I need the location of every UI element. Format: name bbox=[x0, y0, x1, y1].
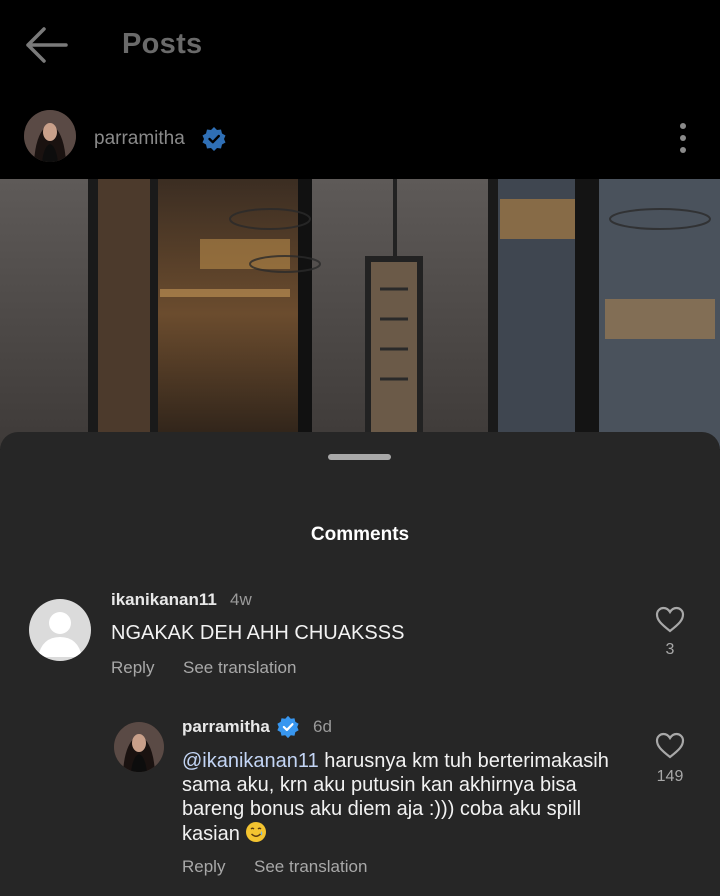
comment-username[interactable]: parramitha bbox=[182, 717, 270, 737]
comment-text-line-1: harusnya km tuh berterimakasih bbox=[318, 750, 609, 772]
author-username[interactable]: parramitha bbox=[94, 128, 185, 150]
author-avatar[interactable] bbox=[24, 110, 76, 162]
reply-button[interactable]: Reply bbox=[182, 857, 225, 877]
verified-badge-icon bbox=[201, 126, 227, 152]
more-options-icon[interactable] bbox=[668, 120, 698, 156]
comment-text-line-3: bareng bonus aku diem aja :))) coba aku … bbox=[182, 798, 582, 820]
comment-text-line-2: sama aku, krn aku putusin kan akhirnya b… bbox=[182, 774, 577, 796]
verified-badge-icon bbox=[276, 715, 300, 739]
comments-sheet: Comments ikanikanan11 4w NGAKAK DEH AHH … bbox=[0, 432, 720, 896]
comment-line: @ikanikanan11 harusnya km tuh berterimak… bbox=[182, 749, 642, 773]
comment-line: kasian bbox=[182, 821, 642, 849]
smile-tear-emoji-icon bbox=[245, 821, 267, 849]
post-header: parramitha bbox=[0, 100, 720, 178]
top-bar: Posts bbox=[0, 0, 720, 90]
comment-text: @ikanikanan11 harusnya km tuh berterimak… bbox=[182, 749, 642, 849]
reply-comment-item: parramitha 6d @ikanikanan11 harusnya km … bbox=[0, 432, 720, 896]
post-image[interactable] bbox=[0, 179, 720, 449]
comment-timestamp: 6d bbox=[313, 717, 332, 736]
see-translation-button[interactable]: See translation bbox=[254, 857, 367, 877]
heart-outline-icon[interactable] bbox=[655, 732, 685, 760]
comment-text-line-4: kasian bbox=[182, 823, 240, 845]
back-arrow-icon[interactable] bbox=[22, 26, 72, 64]
mention-link[interactable]: @ikanikanan11 bbox=[182, 750, 319, 772]
reply-author-avatar[interactable] bbox=[114, 722, 164, 772]
like-count: 149 bbox=[656, 768, 684, 785]
page-title: Posts bbox=[122, 28, 203, 60]
